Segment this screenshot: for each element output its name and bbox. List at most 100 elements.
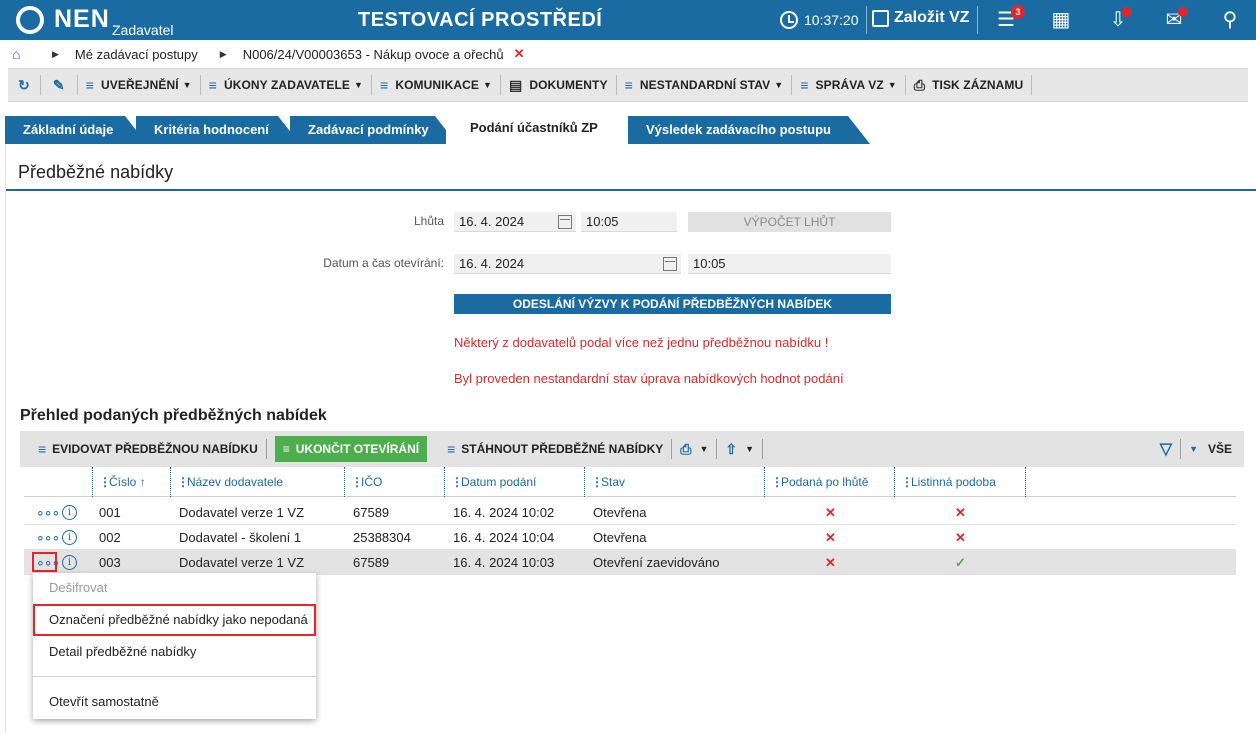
grid-toolbar: ≡ EVIDOVAT PŘEDBĚŽNOU NABÍDKU ≡ UKONČIT OT…: [20, 431, 1244, 467]
col-datum[interactable]: ⋮ Datum podání: [444, 467, 586, 497]
col-po-lhute-label: Podaná po lhůtě: [781, 475, 869, 489]
clock-time: 10:37:20: [804, 12, 859, 28]
column-menu-icon[interactable]: ⋮: [901, 467, 913, 497]
chevron-right-icon: ▶: [219, 48, 227, 59]
export-menu-button[interactable]: ⇧ ▼: [717, 439, 764, 459]
cell-cislo: 002: [99, 530, 121, 545]
uverejneni-menu[interactable]: ≡ UVEŘEJNĚNÍ ▼: [78, 75, 201, 95]
caret-down-icon: ▼: [745, 444, 755, 454]
table-row[interactable]: ∘∘∘ i 001 Dodavatel verze 1 VZ 67589 16.…: [24, 500, 1236, 525]
calendar-icon[interactable]: [663, 257, 677, 271]
edit-icon: [872, 9, 889, 27]
cell-nazev: Dodavatel verze 1 VZ: [179, 505, 305, 520]
session-clock: 10:37:20: [780, 11, 859, 29]
notification-count-badge: 3: [1011, 5, 1025, 19]
tisk-button[interactable]: ⎙ TISK ZÁZNAMU: [906, 75, 1033, 95]
col-listinna[interactable]: ⋮ Listinná podoba: [894, 467, 1026, 497]
refresh-icon: ↻: [18, 76, 30, 93]
column-menu-icon[interactable]: ⋮: [351, 467, 363, 497]
row-actions-icon[interactable]: ∘∘∘: [36, 500, 60, 525]
uverejneni-label: UVEŘEJNĚNÍ: [100, 78, 179, 92]
breadcrumb: ⌂ ▶ Mé zadávací postupy ▶ N006/24/V00003…: [0, 40, 1256, 68]
column-menu-icon[interactable]: ⋮: [771, 467, 783, 497]
tab-zakladni-udaje[interactable]: Základní údaje: [5, 116, 147, 144]
col-ico[interactable]: ⋮ IČO: [344, 467, 446, 497]
create-vz-button[interactable]: Založit VZ: [872, 9, 970, 27]
column-menu-icon[interactable]: ⋮: [451, 467, 463, 497]
lhuta-time-field[interactable]: 10:05: [581, 212, 677, 232]
create-vz-label: Založit VZ: [894, 9, 970, 26]
warning-nonstandard-state: Byl proveden nestandardní stav úprava na…: [454, 371, 844, 386]
cell-datum: 16. 4. 2024 10:03: [453, 555, 555, 570]
logo-subtitle: Zadavatel: [112, 22, 174, 38]
check-icon: ✓: [955, 555, 966, 570]
close-procedure-icon[interactable]: ✕: [514, 46, 525, 62]
row-actions-icon[interactable]: ∘∘∘: [36, 525, 60, 550]
calendar-icon[interactable]: [558, 215, 572, 229]
vse-filter[interactable]: ▼ VŠE: [1181, 439, 1244, 459]
nestandardni-menu[interactable]: ≡ NESTANDARDNÍ STAV ▼: [617, 75, 793, 95]
col-cislo[interactable]: ⋮ Číslo ↑: [92, 467, 172, 497]
lhuta-label: Lhůta: [413, 214, 444, 228]
vypocet-lhut-button[interactable]: VÝPOČET LHŮT: [688, 212, 891, 232]
column-menu-icon[interactable]: ⋮: [591, 467, 603, 497]
col-nazev[interactable]: ⋮ Název dodavatele: [170, 467, 346, 497]
logo-text[interactable]: NEN: [54, 5, 110, 34]
komunikace-menu[interactable]: ≡ KOMUNIKACE ▼: [372, 75, 501, 95]
tab-vysledek[interactable]: Výsledek zadávacího postupu: [628, 116, 870, 144]
column-menu-icon[interactable]: ⋮: [99, 467, 111, 497]
odeslani-vyzvy-button[interactable]: ODESLÁNÍ VÝZVY K PODÁNÍ PŘEDBĚŽNÝCH NABÍ…: [454, 294, 891, 314]
menu-item-detail[interactable]: Detail předběžné nabídky: [33, 637, 316, 667]
mail-alert-dot: [1178, 7, 1188, 17]
table-row[interactable]: ∘∘∘ i 002 Dodavatel - školení 1 25388304…: [24, 525, 1236, 550]
tab-zadavaci-podminky[interactable]: Zadávací podmínky: [290, 116, 457, 144]
row-actions-highlight: [32, 552, 57, 572]
otevirani-label: Datum a čas otevírání:: [323, 256, 444, 270]
col-nazev-label: Název dodavatele: [187, 475, 284, 489]
tab-kriteria[interactable]: Kritéria hodnocení: [136, 116, 300, 144]
info-icon[interactable]: i: [62, 505, 77, 520]
breadcrumb-current-procedure[interactable]: N006/24/V00003653 - Nákup ovoce a ořechů: [243, 47, 504, 62]
table-row-selected[interactable]: ∘∘∘ i 003 Dodavatel verze 1 VZ 67589 16.…: [24, 550, 1236, 575]
pencil-icon: ✎: [52, 76, 65, 93]
menu-item-oznaceni-nepodana[interactable]: Označení předběžné nabídky jako nepodaná: [33, 604, 316, 636]
home-icon[interactable]: ⌂: [12, 47, 26, 61]
stahnout-button[interactable]: ≡ STÁHNOUT PŘEDBĚŽNÉ NABÍDKY: [435, 439, 673, 459]
cell-ico: 67589: [353, 505, 390, 520]
stahnout-label: STÁHNOUT PŘEDBĚŽNÉ NABÍDKY: [461, 442, 664, 456]
otevirani-time-field[interactable]: 10:05: [688, 254, 891, 274]
ukoncit-otevirani-button[interactable]: ≡ UKONČIT OTEVÍRÁNÍ: [274, 436, 428, 462]
edit-button[interactable]: ✎: [41, 75, 78, 95]
col-ico-label: IČO: [361, 475, 383, 489]
nen-logo-icon[interactable]: [16, 6, 44, 34]
offers-grid: ⋮ Číslo ↑ ⋮ Název dodavatele ⋮ IČO ⋮ Datum p…: [24, 467, 1236, 577]
ukony-label: ÚKONY ZADAVATELE: [223, 78, 351, 92]
ukoncit-label: UKONČIT OTEVÍRÁNÍ: [295, 442, 420, 456]
col-datum-label: Datum podání: [461, 475, 537, 489]
col-po-lhute[interactable]: ⋮ Podaná po lhůtě: [764, 467, 896, 497]
menu-item-desifrovat: Dešifrovat: [49, 580, 108, 595]
info-icon[interactable]: i: [62, 555, 77, 570]
column-menu-icon[interactable]: ⋮: [177, 467, 189, 497]
info-icon[interactable]: i: [62, 530, 77, 545]
sprava-menu[interactable]: ≡ SPRÁVA VZ ▼: [792, 75, 906, 95]
calculator-icon[interactable]: ▦: [1049, 8, 1073, 32]
ukony-menu[interactable]: ≡ ÚKONY ZADAVATELE ▼: [201, 75, 373, 95]
user-icon[interactable]: ⚲: [1218, 8, 1242, 32]
print-icon: ⎙: [913, 76, 926, 93]
dokumenty-button[interactable]: ▤ DOKUMENTY: [501, 75, 617, 95]
caret-down-icon: ▼: [182, 80, 192, 90]
menu-item-otevrit-samostatne[interactable]: Otevřít samostatně: [33, 687, 316, 717]
otevirani-date-value: 16. 4. 2024: [459, 256, 525, 271]
refresh-button[interactable]: ↻: [8, 75, 41, 95]
breadcrumb-my-procedures[interactable]: Mé zadávací postupy: [75, 47, 198, 62]
print-menu-button[interactable]: ⎙ ▼: [672, 439, 718, 459]
evidovat-button[interactable]: ≡ EVIDOVAT PŘEDBĚŽNOU NABÍDKU: [20, 439, 267, 459]
filter-icon[interactable]: ▽: [1152, 439, 1182, 459]
col-cislo-label: Číslo: [109, 475, 137, 489]
otevirani-date-field[interactable]: 16. 4. 2024: [454, 254, 681, 274]
tab-podani-ucastniku[interactable]: Podání účastníků ZP: [446, 112, 632, 144]
lhuta-date-field[interactable]: 16. 4. 2024: [454, 212, 576, 232]
col-stav[interactable]: ⋮ Stav: [584, 467, 766, 497]
action-bar: ↻ ✎ ≡ UVEŘEJNĚNÍ ▼ ≡ ÚKONY ZADAVATELE ▼ ≡ KOM…: [8, 68, 1248, 102]
